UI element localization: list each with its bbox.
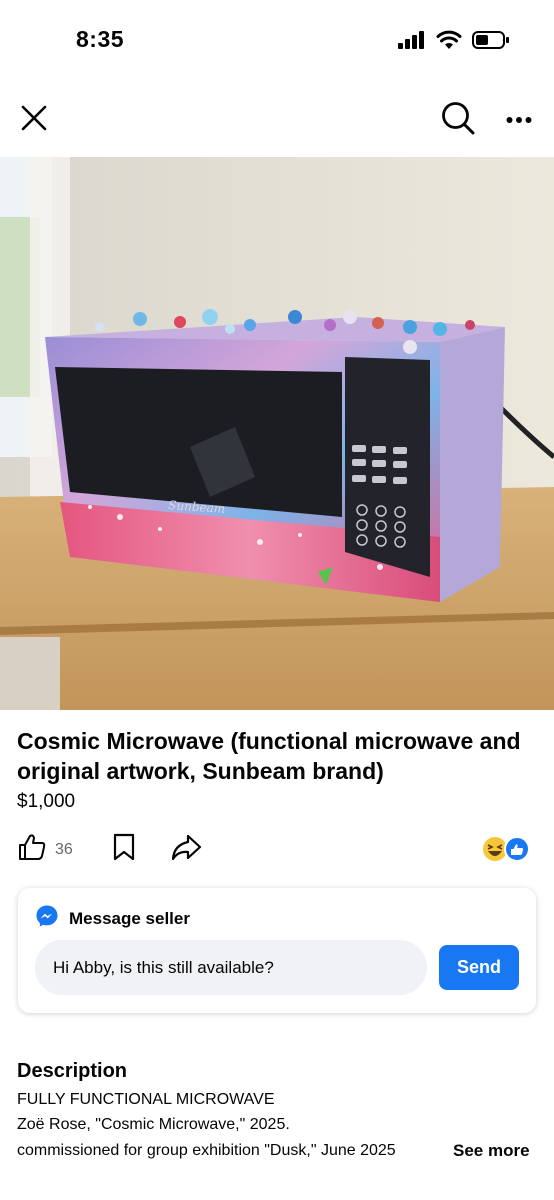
search-button[interactable] <box>436 98 480 142</box>
messenger-icon <box>35 904 59 933</box>
listing-photo[interactable]: Sunbeam <box>0 157 554 710</box>
close-button[interactable] <box>12 98 56 142</box>
send-button[interactable]: Send <box>439 945 519 990</box>
description-heading: Description <box>17 1060 128 1082</box>
more-options-button[interactable] <box>497 98 541 142</box>
message-seller-card: Message seller Send <box>18 888 536 1013</box>
listing-title: Cosmic Microwave (functional microwave a… <box>17 728 521 784</box>
see-more-link[interactable]: See more <box>453 1141 530 1161</box>
like-count: 36 <box>55 840 73 858</box>
description-line: Zoë Rose, "Cosmic Microwave," 2025. <box>17 1116 290 1133</box>
reactions-summary[interactable] <box>482 836 530 862</box>
thumbs-up-icon <box>17 832 47 867</box>
status-bar: 8:35 <box>0 0 554 80</box>
description-line: commissioned for group exhibition "Dusk,… <box>17 1142 396 1159</box>
close-icon <box>21 105 47 136</box>
bookmark-icon <box>111 832 137 867</box>
search-icon <box>441 101 475 140</box>
share-icon <box>170 832 202 867</box>
haha-reaction-icon <box>483 837 507 861</box>
microwave-photo-illustration: Sunbeam <box>0 157 554 710</box>
top-nav <box>0 92 554 148</box>
save-button[interactable] <box>111 832 137 867</box>
listing-price: $1,000 <box>17 791 76 812</box>
action-row: 36 <box>0 828 554 868</box>
message-seller-label: Message seller <box>69 908 190 928</box>
share-button[interactable] <box>170 832 202 867</box>
description-line: FULLY FUNCTIONAL MICROWAVE <box>17 1091 275 1108</box>
wifi-icon <box>436 30 462 55</box>
status-time: 8:35 <box>76 26 125 52</box>
message-input[interactable] <box>35 940 427 995</box>
signal-icon <box>398 31 426 54</box>
like-reaction-icon <box>504 836 530 862</box>
more-icon <box>506 111 532 129</box>
like-button[interactable]: 36 <box>17 832 73 867</box>
battery-icon <box>472 30 510 55</box>
status-icons <box>398 30 510 55</box>
message-seller-header: Message seller <box>35 904 190 933</box>
